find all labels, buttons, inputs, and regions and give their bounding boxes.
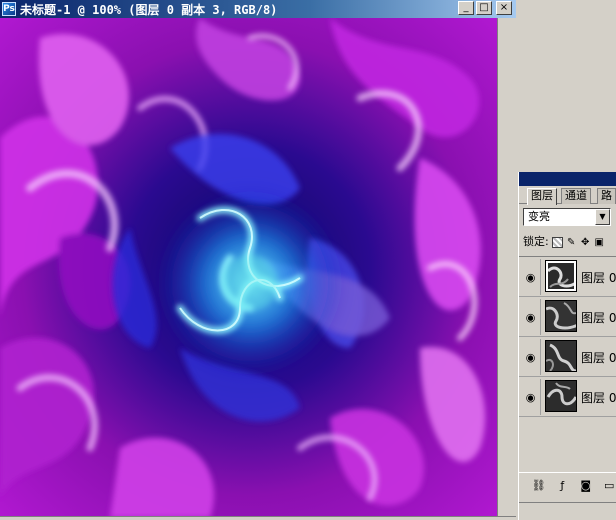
- layer-row[interactable]: ◉ 图层 0: [519, 337, 616, 377]
- photoshop-workspace: Ps 未标题-1 @ 100% (图层 0 副本 3, RGB/8) _ □ ×: [0, 0, 616, 520]
- layers-panel: 图层 通道 路 变亮 ▼ 锁定: ✎ ✥ ▣ ◉ 图层 0 ◉ 图层 0 ◉ 图…: [518, 172, 616, 520]
- document-window: Ps 未标题-1 @ 100% (图层 0 副本 3, RGB/8) _ □ ×: [0, 0, 516, 520]
- blend-mode-select[interactable]: 变亮 ▼: [523, 208, 611, 226]
- layers-panel-titlebar[interactable]: [519, 172, 616, 186]
- layer-name: 图层 0: [581, 311, 616, 325]
- layer-row[interactable]: ◉ 图层 0: [519, 377, 616, 417]
- document-title: 未标题-1 @ 100% (图层 0 副本 3, RGB/8): [20, 2, 278, 17]
- mask-icon[interactable]: ◙: [578, 479, 594, 493]
- lock-transparency-icon[interactable]: [551, 236, 563, 248]
- image-canvas[interactable]: [0, 18, 497, 518]
- layer-thumbnail: [545, 340, 577, 372]
- layer-thumbnail: [545, 300, 577, 332]
- layer-thumbnail: [545, 380, 577, 412]
- tab-channels[interactable]: 通道: [561, 188, 591, 204]
- style-icon[interactable]: ƒ: [555, 479, 571, 493]
- vertical-scrollbar[interactable]: [497, 18, 516, 518]
- lock-paint-brush-icon[interactable]: ✎: [566, 237, 577, 248]
- window-controls: _ □ ×: [458, 1, 512, 15]
- eye-icon[interactable]: ◉: [521, 379, 541, 415]
- layer-row[interactable]: ◉ 图层 0: [519, 297, 616, 337]
- maximize-button[interactable]: □: [476, 1, 492, 15]
- eye-icon[interactable]: ◉: [521, 339, 541, 375]
- lock-label: 锁定:: [523, 235, 549, 248]
- eye-icon[interactable]: ◉: [521, 259, 541, 295]
- folder-icon[interactable]: ▭: [602, 479, 616, 493]
- tab-layers[interactable]: 图层: [527, 188, 557, 205]
- panel-tab-row: 图层 通道 路: [519, 186, 616, 205]
- document-titlebar[interactable]: Ps 未标题-1 @ 100% (图层 0 副本 3, RGB/8) _ □ ×: [0, 0, 516, 18]
- blend-mode-value: 变亮: [528, 210, 550, 223]
- chevron-down-icon[interactable]: ▼: [595, 209, 610, 225]
- layer-name: 图层 0: [581, 391, 616, 405]
- horizontal-scrollbar[interactable]: [0, 516, 516, 520]
- tab-paths[interactable]: 路: [597, 188, 616, 204]
- photoshop-app-icon: Ps: [2, 2, 16, 16]
- layers-list: ◉ 图层 0 ◉ 图层 0 ◉ 图层 0 ◉ 图层 0: [519, 256, 616, 417]
- close-button[interactable]: ×: [496, 1, 512, 15]
- layers-panel-footer: ⛓ ƒ ◙ ▭: [519, 472, 616, 498]
- layers-panel-bottom-edge: [519, 502, 616, 520]
- lock-row: 锁定: ✎ ✥ ▣: [523, 234, 616, 250]
- lock-all-icon[interactable]: ▣: [594, 237, 605, 248]
- abstract-smoke-artwork: [0, 18, 497, 518]
- lock-move-icon[interactable]: ✥: [580, 237, 591, 248]
- minimize-button[interactable]: _: [458, 1, 474, 15]
- layer-name: 图层 0: [581, 351, 616, 365]
- layer-name: 图层 0: [581, 271, 616, 285]
- layer-thumbnail: [545, 260, 577, 292]
- link-icon[interactable]: ⛓: [531, 479, 547, 493]
- eye-icon[interactable]: ◉: [521, 299, 541, 335]
- layer-row[interactable]: ◉ 图层 0: [519, 257, 616, 297]
